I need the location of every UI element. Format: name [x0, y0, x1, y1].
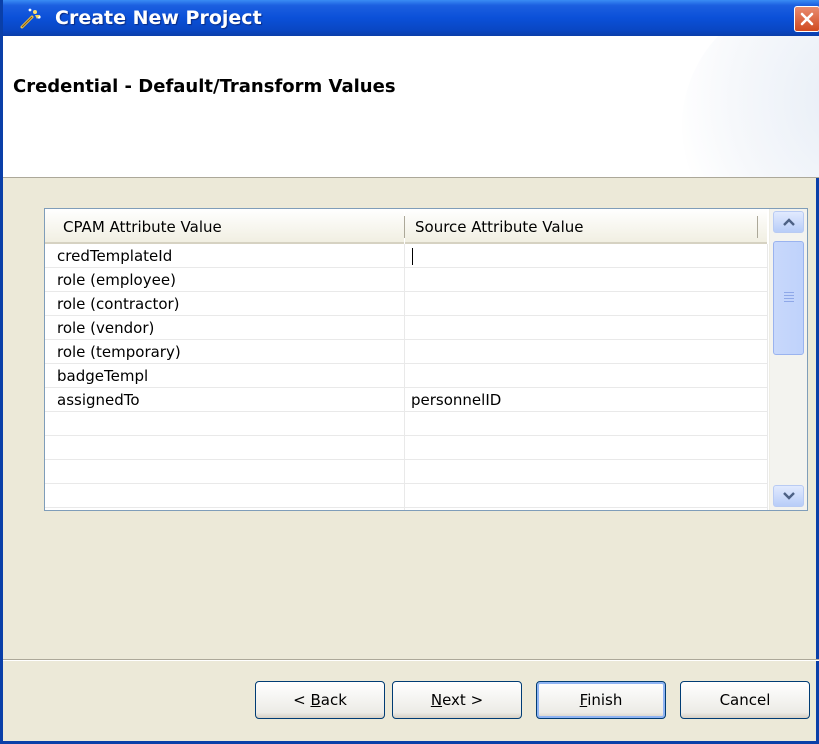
vertical-scrollbar[interactable] — [769, 209, 807, 510]
back-button-accelerator: B — [310, 691, 321, 709]
cpam-cell: role (employee) — [57, 271, 176, 289]
wizard-header: Credential - Default/Transform Values — [3, 36, 819, 178]
table-row[interactable]: credTemplateId — [45, 244, 767, 268]
table-row[interactable]: badgeTempl — [45, 364, 767, 388]
text-cursor — [412, 248, 413, 265]
footer-separator — [3, 659, 819, 661]
finish-button-label: inish — [587, 691, 623, 709]
cancel-button[interactable]: Cancel — [680, 681, 810, 719]
attribute-mapping-table[interactable]: CPAM Attribute Value Source Attribute Va… — [44, 208, 808, 511]
scroll-up-button[interactable] — [773, 211, 804, 233]
back-button-prefix: < — [293, 691, 311, 709]
column-header-cpam-label: CPAM Attribute Value — [63, 218, 222, 236]
back-button-label: ack — [320, 691, 347, 709]
column-header-source-label: Source Attribute Value — [415, 218, 584, 236]
cpam-cell: role (vendor) — [57, 319, 155, 337]
close-button[interactable] — [794, 6, 819, 32]
scroll-down-button[interactable] — [773, 485, 804, 507]
table-body: credTemplateId role (employee) role (con… — [45, 244, 767, 508]
column-divider[interactable] — [757, 216, 758, 238]
grip-icon — [784, 292, 794, 302]
header-decoration — [682, 36, 819, 177]
table-row[interactable]: role (employee) — [45, 268, 767, 292]
cancel-button-label: Cancel — [719, 691, 771, 709]
cpam-cell: role (contractor) — [57, 295, 180, 313]
title-bar[interactable]: Create New Project — [3, 0, 819, 36]
page-title: Credential - Default/Transform Values — [13, 76, 396, 97]
back-button[interactable]: < Back — [255, 681, 385, 719]
table-row[interactable]: role (contractor) — [45, 292, 767, 316]
next-button-accelerator: N — [430, 691, 443, 709]
finish-button[interactable]: Finish — [536, 681, 666, 719]
column-separator — [767, 244, 768, 510]
table-row[interactable] — [45, 412, 767, 436]
table-row[interactable]: role (temporary) — [45, 340, 767, 364]
wizard-window: Create New Project Credential - Default/… — [0, 0, 819, 744]
close-icon — [800, 12, 814, 26]
table-row[interactable] — [45, 460, 767, 484]
cpam-cell: badgeTempl — [57, 367, 149, 385]
chevron-down-icon — [783, 492, 795, 500]
window-title: Create New Project — [55, 7, 262, 29]
scroll-thumb[interactable] — [773, 241, 804, 355]
column-header-source[interactable]: Source Attribute Value — [405, 209, 767, 244]
wizard-icon — [20, 8, 41, 29]
column-header-cpam[interactable]: CPAM Attribute Value — [45, 209, 404, 244]
cpam-cell: role (temporary) — [57, 343, 181, 361]
table-row[interactable] — [45, 436, 767, 460]
chevron-up-icon — [783, 218, 795, 226]
next-button[interactable]: Next > — [392, 681, 522, 719]
column-separator — [404, 244, 405, 510]
source-cell[interactable]: personnelID — [411, 391, 501, 409]
table-row[interactable] — [45, 484, 767, 508]
table-row[interactable]: assignedTo personnelID — [45, 388, 767, 412]
next-button-label: ext > — [442, 691, 484, 709]
table-row[interactable]: role (vendor) — [45, 316, 767, 340]
cpam-cell: credTemplateId — [57, 247, 173, 265]
cpam-cell: assignedTo — [57, 391, 140, 409]
